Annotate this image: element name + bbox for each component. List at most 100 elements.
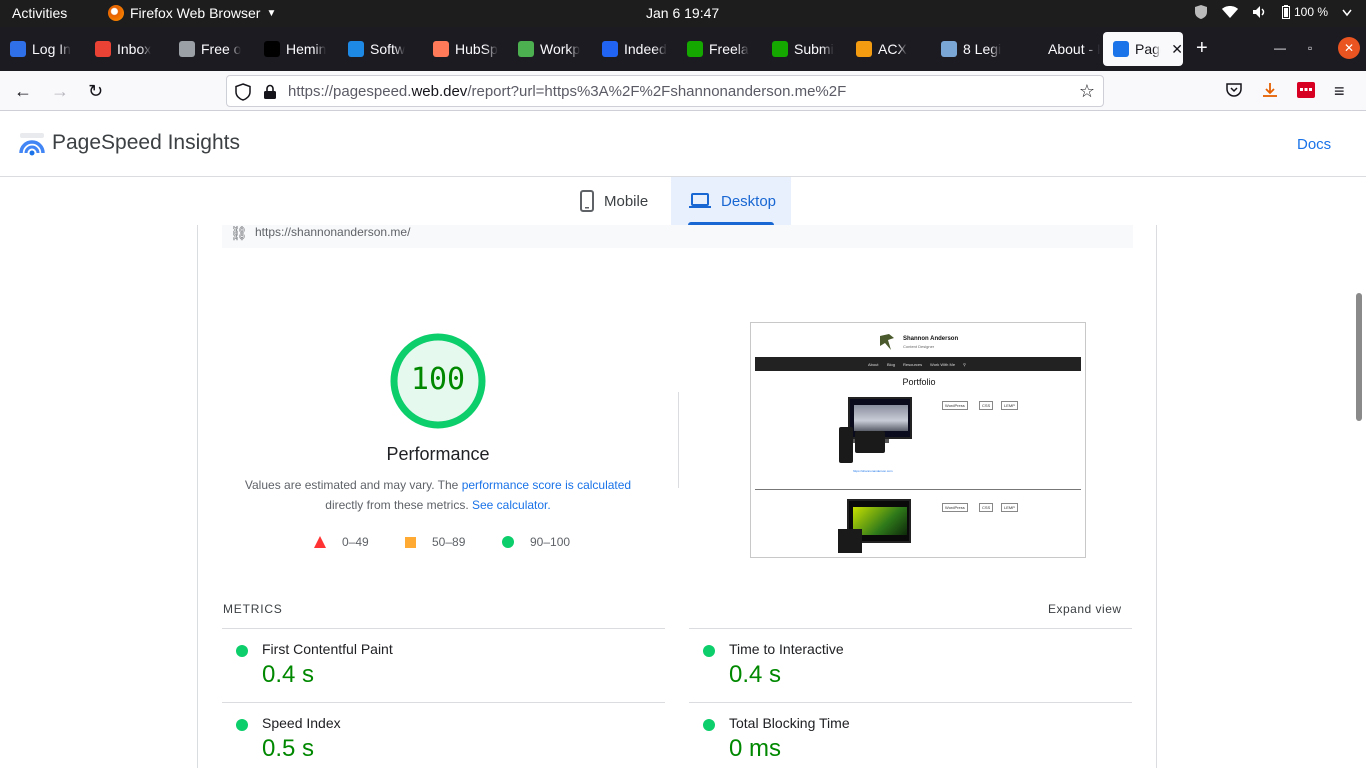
- metric-value: 0.5 s: [262, 735, 315, 762]
- browser-tab[interactable]: Workp: [508, 32, 590, 66]
- score-calculated-link[interactable]: performance score is calculated: [462, 478, 631, 492]
- smartphone-icon: [580, 190, 594, 212]
- pocket-icon[interactable]: [1225, 81, 1243, 99]
- divider: [678, 392, 679, 488]
- browser-tab[interactable]: Hemin: [254, 32, 336, 66]
- bookmark-star-icon[interactable]: ☆: [1079, 81, 1095, 102]
- site-search-icon: ⚲: [963, 362, 966, 367]
- download-icon[interactable]: [1261, 81, 1279, 99]
- shield-icon: [1194, 5, 1207, 19]
- site-tag: CSS: [979, 503, 994, 512]
- close-window-button[interactable]: ✕: [1338, 37, 1360, 59]
- browser-tab[interactable]: Freela: [677, 32, 759, 66]
- site-tag: WordPress: [942, 401, 968, 410]
- lock-icon[interactable]: [263, 84, 277, 100]
- tab-favicon-icon: [602, 41, 618, 57]
- extension-icon[interactable]: [1297, 81, 1315, 99]
- performance-label: Performance: [386, 444, 490, 464]
- metric-value: 0 ms: [729, 735, 782, 762]
- docs-link[interactable]: Docs: [1297, 136, 1331, 153]
- back-button[interactable]: ←: [14, 81, 32, 101]
- site-heading: Portfolio: [902, 377, 936, 387]
- tab-label: Inbox: [117, 41, 152, 57]
- site-portfolio-link: https://shannonanderson.com: [853, 469, 893, 473]
- page-scrollbar[interactable]: [1356, 293, 1362, 421]
- new-tab-button[interactable]: +: [1196, 38, 1208, 58]
- metric-fcp: First Contentful Paint 0.4 s: [222, 628, 665, 702]
- clock[interactable]: Jan 6 19:47: [646, 5, 719, 21]
- tab-favicon-icon: [10, 41, 26, 57]
- hamburger-menu-icon[interactable]: ≡: [1334, 81, 1345, 101]
- tab-desktop[interactable]: Desktop: [671, 177, 791, 225]
- metric-speed-index: Speed Index 0.5 s: [222, 702, 665, 776]
- reload-button[interactable]: ↻: [88, 81, 103, 101]
- expand-view-button[interactable]: Expand view: [1048, 602, 1122, 616]
- tab-mobile[interactable]: Mobile: [580, 177, 670, 225]
- firefox-icon: [108, 5, 124, 21]
- app-name: Firefox Web Browser: [130, 5, 261, 21]
- minimize-button[interactable]: —: [1274, 41, 1286, 55]
- metric-tti: Time to Interactive 0.4 s: [689, 628, 1132, 702]
- metric-value: 0.4 s: [729, 661, 782, 688]
- url-path: /report?url=https%3A%2F%2Fshannonanderso…: [467, 83, 847, 100]
- tab-label: Page: [1135, 41, 1161, 57]
- tab-label: Log In: [32, 41, 71, 57]
- url-text[interactable]: https://pagespeed.web.dev/report?url=htt…: [288, 83, 846, 100]
- site-menu: About Blog Resources Work With Me ⚲: [755, 357, 1081, 371]
- pagespeed-logo-icon[interactable]: [18, 131, 46, 157]
- browser-tab[interactable]: Log In: [0, 32, 82, 66]
- browser-tab[interactable]: Inbox: [85, 32, 167, 66]
- browser-tab[interactable]: Indeed: [592, 32, 674, 66]
- close-tab-icon[interactable]: ✕: [1171, 41, 1183, 58]
- tab-label: Freela: [709, 41, 749, 57]
- legend-fail-range: 0–49: [342, 535, 369, 549]
- legend-average: 50–89: [405, 535, 465, 549]
- browser-tab[interactable]: Softw: [338, 32, 420, 66]
- tab-strip: + — ▫ ✕ Log In Inbox Free o Hemin Softw HubSp…: [0, 27, 1366, 71]
- tab-label: Submi: [794, 41, 834, 57]
- site-menu-item: About: [868, 362, 879, 367]
- psi-header: PageSpeed Insights Docs: [0, 111, 1366, 177]
- metric-name: Time to Interactive: [729, 641, 844, 657]
- green-circle-icon: [502, 536, 514, 548]
- browser-tab[interactable]: HubSp: [423, 32, 505, 66]
- browser-tab[interactable]: About - P: [1016, 32, 1100, 66]
- tab-favicon-icon: [95, 41, 111, 57]
- app-menu[interactable]: Firefox Web Browser ▼: [108, 5, 276, 21]
- battery-icon: [1281, 5, 1290, 19]
- browser-tab[interactable]: Submi: [762, 32, 844, 66]
- address-bar[interactable]: https://pagespeed.web.dev/report?url=htt…: [226, 75, 1104, 107]
- device-tabs: Mobile Desktop: [0, 177, 1366, 225]
- tab-mobile-label: Mobile: [604, 192, 649, 210]
- tab-label: Indeed: [624, 41, 667, 57]
- metric-name: Total Blocking Time: [729, 715, 850, 731]
- tracking-protection-icon[interactable]: [235, 83, 251, 101]
- tab-label: Hemin: [286, 41, 327, 57]
- metric-name: Speed Index: [262, 715, 341, 731]
- forward-button[interactable]: →: [51, 81, 69, 101]
- tested-url[interactable]: https://shannonanderson.me/: [255, 225, 410, 239]
- tab-favicon-icon: [687, 41, 703, 57]
- site-logo-icon: [880, 334, 894, 350]
- system-tray[interactable]: 100 %: [1194, 4, 1352, 20]
- maximize-button[interactable]: ▫: [1308, 41, 1312, 55]
- site-menu-item: Resources: [903, 362, 923, 367]
- see-calculator-link[interactable]: See calculator.: [472, 498, 551, 512]
- browser-tab[interactable]: Free o: [169, 32, 251, 66]
- portfolio-image: [838, 529, 862, 553]
- site-title: Shannon Anderson: [903, 336, 959, 342]
- site-tag: CSS: [979, 401, 994, 410]
- tab-desktop-label: Desktop: [721, 192, 777, 210]
- legend-pass: 90–100: [502, 535, 570, 549]
- tab-active[interactable]: Page ✕: [1103, 32, 1183, 66]
- portfolio-image: [855, 431, 885, 453]
- browser-tab[interactable]: ACX: [846, 32, 928, 66]
- tested-url-bar: ⛓ https://shannonanderson.me/: [222, 225, 1133, 248]
- tab-favicon-icon: [856, 41, 872, 57]
- link-icon: ⛓: [230, 225, 248, 241]
- tab-label: Free o: [201, 41, 242, 57]
- browser-tab[interactable]: 8 Legi: [931, 32, 1013, 66]
- desc-text-1: Values are estimated and may vary. The: [244, 478, 459, 492]
- activities-button[interactable]: Activities: [12, 5, 67, 21]
- report-panel: ⛓ https://shannonanderson.me/ 100 Perfor…: [197, 225, 1157, 768]
